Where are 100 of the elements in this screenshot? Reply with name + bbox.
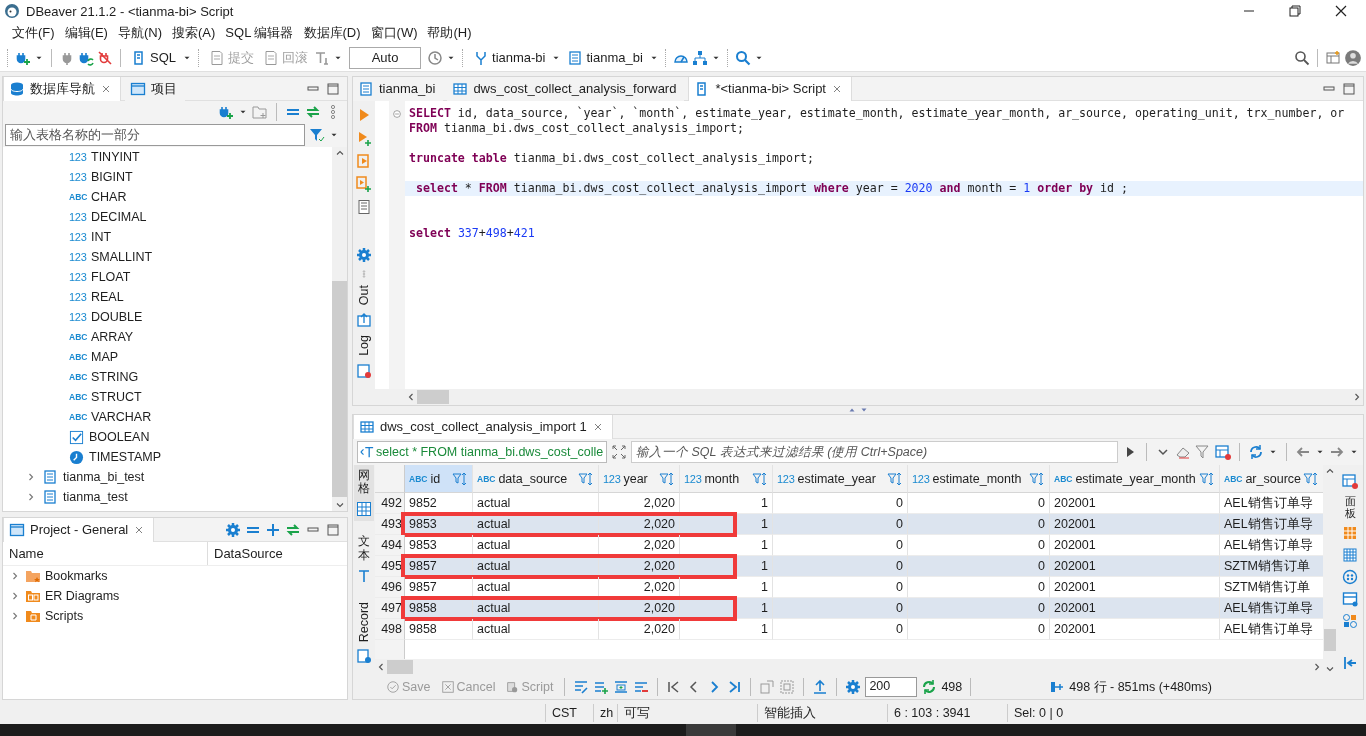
tree-item[interactable]: BIGINT [91, 170, 133, 184]
scrollbar-thumb[interactable] [332, 281, 347, 497]
tree-item[interactable]: STRING [91, 370, 139, 384]
settings-icon[interactable] [225, 521, 241, 538]
statistics-icon[interactable] [1049, 679, 1066, 695]
tree-item[interactable]: tianma_bi_test [63, 470, 145, 484]
tree-item[interactable]: Scripts [45, 609, 84, 623]
metadata-icon[interactable] [1342, 591, 1358, 608]
menu-item[interactable]: 搜索(A) [167, 24, 221, 42]
calculator-icon[interactable] [1342, 525, 1358, 542]
filter-sort-icon[interactable] [659, 470, 675, 487]
maximize-icon[interactable] [1341, 80, 1357, 97]
tree-item[interactable]: Bookmarks [45, 569, 108, 583]
menu-item[interactable]: 导航(N) [112, 24, 167, 42]
expand-icon[interactable] [611, 444, 627, 460]
scrollbar[interactable] [332, 147, 347, 511]
tree-item[interactable]: TIMESTAMP [89, 450, 161, 464]
tree-item[interactable]: TINYINT [91, 150, 140, 164]
scrollbar-thumb[interactable] [417, 390, 449, 404]
table-row[interactable]: 498 9858 actual 2,020 1 0 0 202001 AEL销售订单导 [375, 619, 1323, 640]
table-row[interactable]: 493 9853 actual 2,020 1 0 0 202001 AEL销售订单导 [375, 514, 1323, 535]
view-tab[interactable]: 网格 [354, 465, 374, 522]
format-icon[interactable] [314, 49, 330, 66]
filter-sort-icon[interactable] [452, 470, 468, 487]
filter-field[interactable]: 输入一个 SQL 表达式来过滤结果 (使用 Ctrl+Space) [631, 441, 1118, 463]
panel-tab[interactable]: Project - General [3, 517, 155, 542]
run-script-new-tab-icon[interactable] [356, 176, 372, 192]
tree-item[interactable]: SMALLINT [91, 250, 153, 264]
execute-new-tab-icon[interactable] [356, 130, 372, 146]
filter-sort-icon[interactable] [578, 470, 594, 487]
filter-field[interactable]: 输入表格名称的一部分 [5, 124, 305, 146]
add-icon[interactable] [265, 521, 281, 538]
fold-icon[interactable] [391, 107, 403, 120]
copy-row-icon[interactable] [613, 679, 630, 695]
column-header[interactable]: ABC id [405, 465, 473, 493]
sql-editor-button[interactable]: SQL [128, 47, 179, 68]
side-tab[interactable]: Out [357, 285, 371, 306]
menu-item[interactable]: 数据库(D) [298, 24, 366, 42]
perspective-icon[interactable] [1325, 49, 1341, 66]
side-tab[interactable]: 面板 [1344, 495, 1356, 520]
delete-row-icon[interactable] [633, 679, 650, 695]
results-tab[interactable]: dws_cost_collect_analysis_import 1 [353, 414, 613, 439]
history-icon[interactable] [427, 49, 443, 66]
settings-icon[interactable] [356, 247, 372, 263]
table-row[interactable]: 497 9858 actual 2,020 1 0 0 202001 AEL销售订单导 [375, 598, 1323, 619]
filter-sort-icon[interactable] [1199, 470, 1215, 487]
datasource-selector[interactable]: tianma-bi [470, 47, 549, 68]
query-field[interactable]: select * FROM tianma_bi.dws_cost_colle [357, 441, 607, 463]
column-header[interactable]: 123 estimate_month [908, 465, 1050, 493]
column-header[interactable]: 123 year [599, 465, 680, 493]
fetch-all-icon[interactable] [921, 679, 938, 695]
close-icon[interactable] [1333, 3, 1349, 19]
filter-sort-icon[interactable] [887, 470, 903, 487]
toggle-panel-icon[interactable] [1342, 655, 1358, 671]
panel-settings-icon[interactable] [1342, 473, 1358, 489]
column-header[interactable]: Name [3, 542, 208, 565]
restore-icon[interactable] [1287, 3, 1303, 19]
scrollbar-thumb[interactable] [387, 660, 413, 674]
upload-icon[interactable] [812, 679, 829, 695]
new-connection-icon[interactable] [218, 104, 234, 120]
menu-item[interactable]: 帮助(H) [422, 24, 477, 42]
tree-item[interactable]: VARCHAR [91, 410, 152, 424]
panel-tab[interactable]: 数据库导航 [3, 76, 121, 101]
grid-icon[interactable] [1342, 547, 1358, 564]
edit-cell-icon[interactable] [573, 679, 590, 695]
table-row[interactable]: 495 9857 actual 2,020 1 0 0 202001 SZTM销售订单 [375, 556, 1323, 577]
tree-item[interactable]: REAL [91, 290, 124, 304]
dots-icon[interactable] [1342, 569, 1358, 586]
disconnect-icon[interactable] [97, 49, 113, 66]
column-header[interactable]: ABC data_source [473, 465, 599, 493]
add-row-icon[interactable] [593, 679, 610, 695]
menu-item[interactable]: 文件(F) [7, 24, 60, 42]
fetch-size-field[interactable]: 200 [865, 677, 918, 697]
menu-item[interactable]: 编辑(E) [59, 24, 113, 42]
filter-icon[interactable] [309, 127, 325, 143]
link-icon[interactable] [305, 104, 321, 120]
column-header[interactable]: 123 month [680, 465, 773, 493]
avatar-icon[interactable] [1344, 48, 1362, 67]
tree-item[interactable]: ARRAY [91, 330, 134, 344]
filter-sort-icon[interactable] [1303, 470, 1319, 487]
filter-icon[interactable] [1195, 444, 1211, 460]
link-icon[interactable] [285, 521, 301, 538]
search-icon[interactable] [734, 49, 751, 66]
maximize-icon[interactable] [325, 80, 341, 97]
scrollbar[interactable] [353, 389, 1363, 405]
panel-settings-icon[interactable] [1215, 444, 1231, 460]
editor-tab[interactable]: *<tianma-bi> Script [688, 76, 852, 101]
search-icon[interactable] [1294, 49, 1310, 66]
menu-item[interactable]: 窗口(W) [365, 24, 423, 42]
transaction-mode-field[interactable]: Auto [349, 46, 421, 69]
tree-item[interactable]: ER Diagrams [45, 589, 120, 603]
column-header[interactable]: DataSource [208, 542, 289, 565]
schema-selector[interactable]: tianma_bi [564, 47, 646, 68]
scrollbar-thumb[interactable] [1324, 629, 1336, 651]
refresh-icon[interactable] [1248, 444, 1264, 460]
menu-item[interactable]: SQL 编辑器 [220, 24, 299, 42]
log-icon[interactable] [356, 363, 372, 379]
tree-item[interactable]: FLOAT [91, 270, 131, 284]
filter-sort-icon[interactable] [1029, 470, 1045, 487]
view-tab[interactable]: Record [354, 597, 374, 669]
